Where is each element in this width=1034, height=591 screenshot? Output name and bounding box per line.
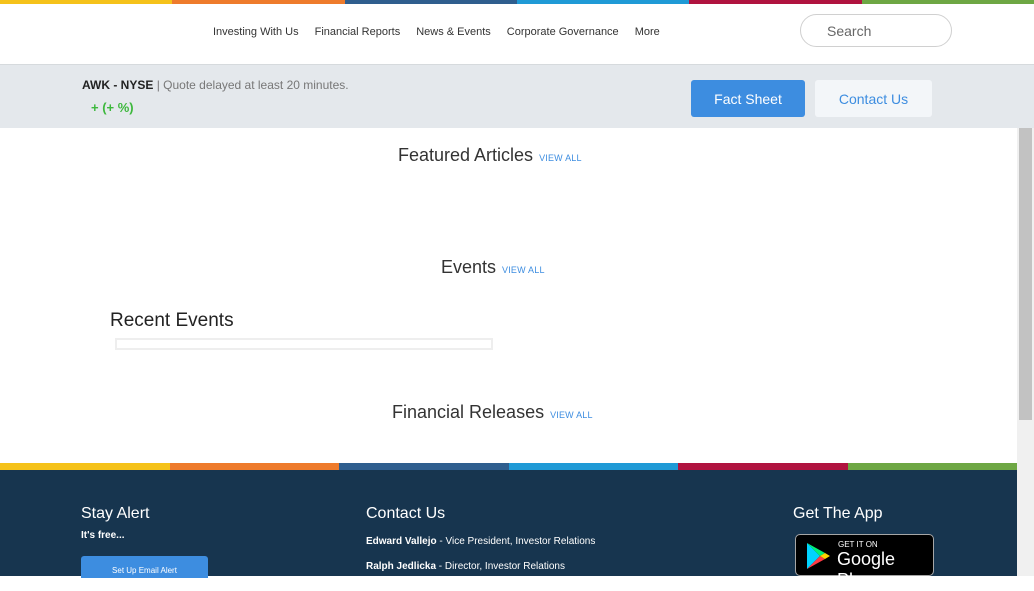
site-footer: Stay Alert It's free... Set Up Email Ale… [0,470,1017,590]
search-input[interactable] [800,14,952,47]
scrollbar-thumb[interactable] [1019,128,1032,420]
stripe-segment [847,463,1017,470]
nav-item-corporate-governance[interactable]: Corporate Governance [507,26,619,38]
ticker-symbol: AWK - NYSE [82,78,154,92]
contact-role: - Director, Investor Relations [436,561,565,572]
featured-articles-title: Featured Articles [398,145,534,165]
events-title: Events [441,257,497,277]
ticker-separator: | [156,78,160,92]
events-section: Events VIEW ALL [441,257,545,278]
top-navigation: Investing With Us Financial Reports News… [0,4,1034,64]
fact-sheet-button[interactable]: Fact Sheet [691,80,805,117]
nav-item-investing[interactable]: Investing With Us [213,26,299,38]
stripe-segment [169,463,339,470]
stay-alert-subtitle: It's free... [81,530,125,541]
contact-us-button[interactable]: Contact Us [815,80,932,117]
get-app-title: Get The App [793,505,883,522]
contact-person: Ralph Jedlicka - Director, Investor Rela… [366,561,565,572]
badge-big-text: Google Play [837,549,896,590]
contact-role: - Vice President, Investor Relations [436,536,596,547]
stock-change: + (+ %) [91,100,134,115]
recent-events-title: Recent Events [110,310,234,331]
stock-ticker: AWK - NYSE | Quote delayed at least 20 m… [82,78,349,92]
footer-color-stripe [0,463,1017,470]
stripe-segment [678,463,848,470]
events-view-all-link[interactable]: VIEW ALL [502,265,545,275]
quote-delay-note: Quote delayed at least 20 minutes. [163,78,349,92]
contact-name: Edward Vallejo [366,536,437,547]
contact-name: Ralph Jedlicka [366,561,437,572]
financial-releases-section: Financial Releases VIEW ALL [392,402,593,423]
featured-articles-section: Featured Articles VIEW ALL [398,145,582,166]
google-play-badge[interactable]: GET IT ON Google Play [795,534,934,590]
stock-quote-bar: AWK - NYSE | Quote delayed at least 20 m… [0,64,1034,128]
nav-item-financial-reports[interactable]: Financial Reports [315,26,401,38]
stripe-segment [508,463,678,470]
nav-links: Investing With Us Financial Reports News… [213,26,660,38]
financial-releases-title: Financial Releases [392,402,545,422]
google-play-icon [807,543,830,569]
nav-item-more[interactable]: More [635,26,660,38]
featured-view-all-link[interactable]: VIEW ALL [539,153,582,163]
financial-releases-view-all-link[interactable]: VIEW ALL [550,410,593,420]
footer-contact-title: Contact Us [366,505,446,522]
badge-small-text: GET IT ON [838,540,878,549]
email-alert-button[interactable]: Set Up Email Alert [81,556,208,578]
stripe-segment [0,463,170,470]
stay-alert-title: Stay Alert [81,505,150,522]
stripe-segment [339,463,509,470]
nav-item-news-events[interactable]: News & Events [416,26,491,38]
recent-events-list [115,338,493,350]
contact-person: Edward Vallejo - Vice President, Investo… [366,536,595,547]
